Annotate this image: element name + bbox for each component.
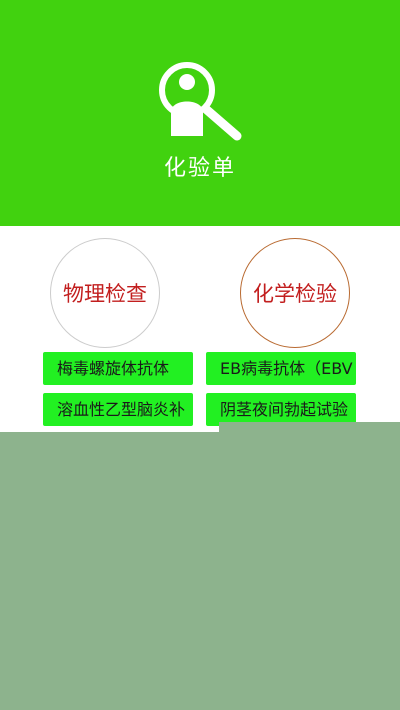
category-chemical-test[interactable]: 化学检验 bbox=[240, 238, 350, 348]
page-title: 化验单 bbox=[163, 156, 236, 181]
test-item-encephalitis[interactable]: 溶血性乙型脑炎补 bbox=[43, 393, 193, 426]
test-item-ebv-antibody[interactable]: EB病毒抗体（EBV bbox=[206, 352, 356, 385]
header: 化验单 bbox=[0, 0, 400, 226]
overlay-block bbox=[0, 432, 400, 710]
category-physical-exam[interactable]: 物理检查 bbox=[50, 238, 160, 348]
test-item-syphilis-antibody[interactable]: 梅毒螺旋体抗体 bbox=[43, 352, 193, 385]
search-person-icon bbox=[159, 62, 242, 141]
main-content: 物理检查 化学检验 梅毒螺旋体抗体 EB病毒抗体（EBV 溶血性乙型脑炎补 阴茎… bbox=[0, 226, 400, 432]
